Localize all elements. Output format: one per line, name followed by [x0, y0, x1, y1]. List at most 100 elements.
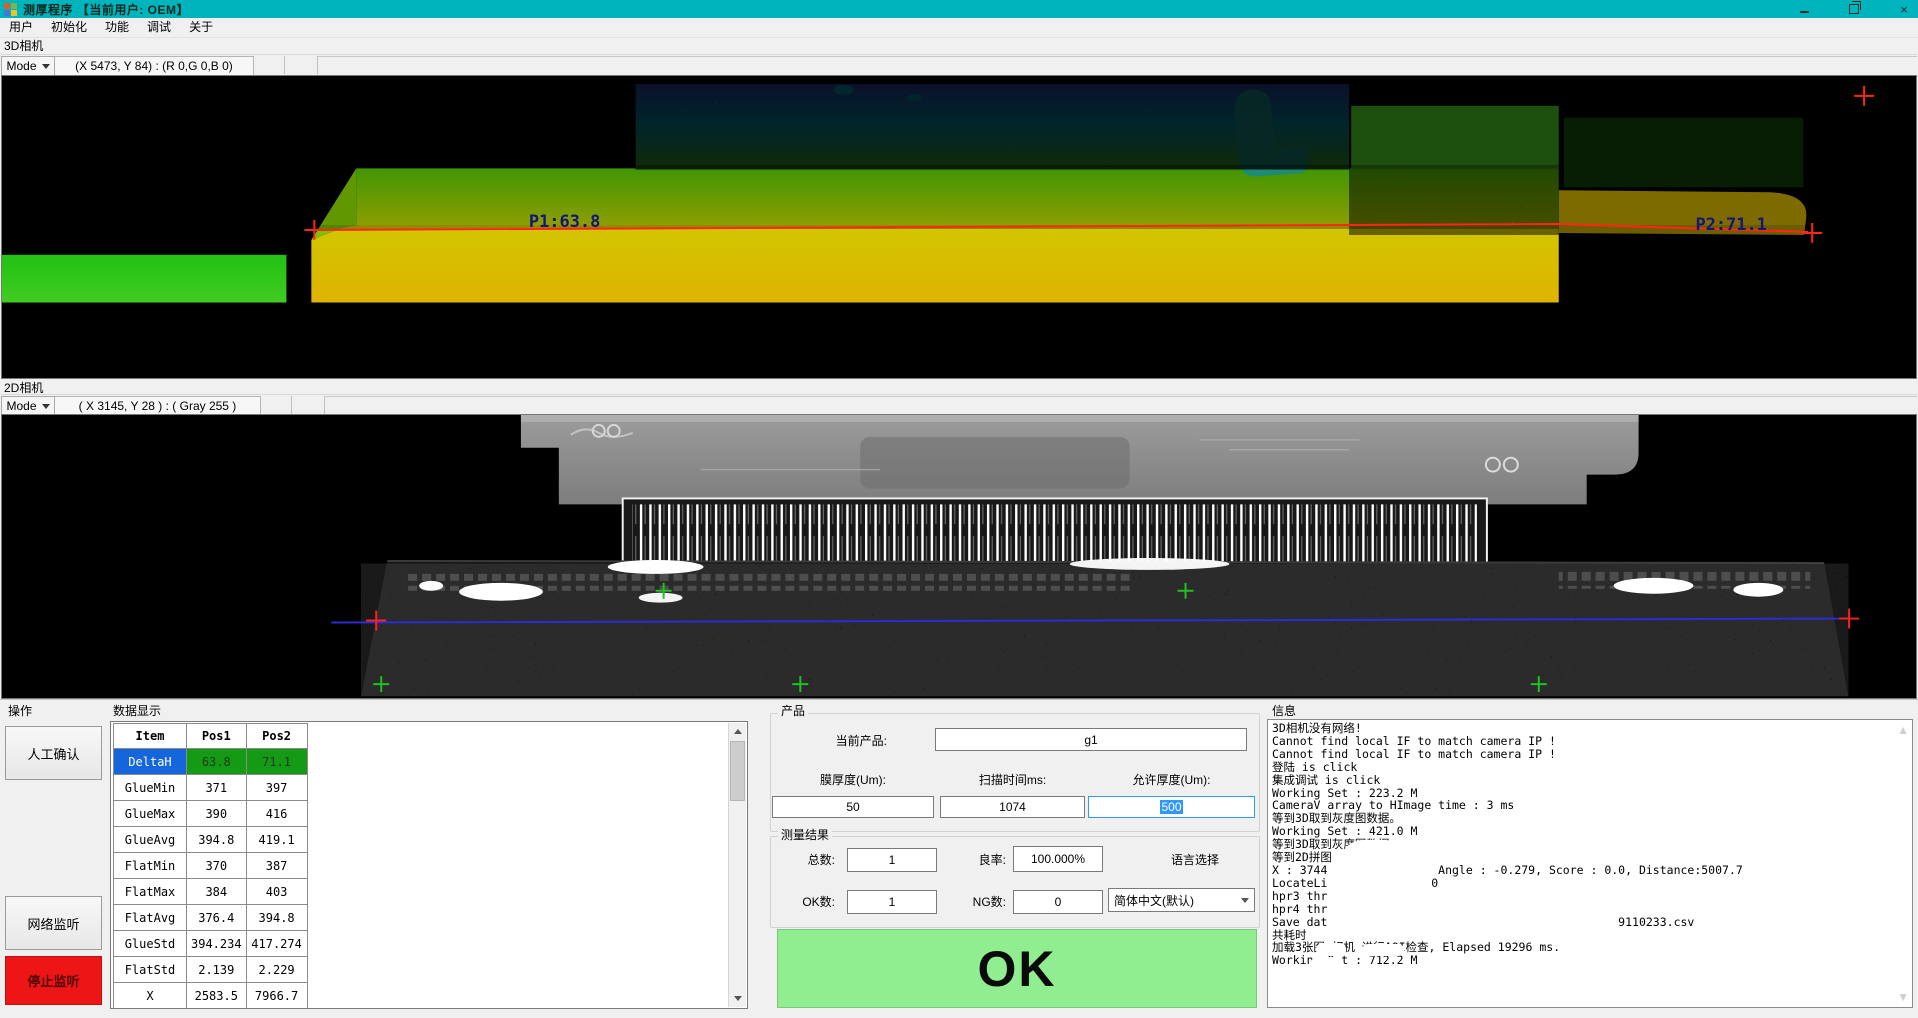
mode-bar-3d: Mode (X 5473, Y 84) : (R 0,G 0,B 0)	[1, 54, 1917, 75]
close-button[interactable]: ×	[1896, 2, 1912, 16]
cell-pos1: 376.4	[187, 905, 247, 931]
glue-blob	[459, 583, 543, 601]
table-row[interactable]: X 2583.5 7966.7	[114, 983, 308, 1009]
log-line: Working Set : 712.2 M	[1272, 954, 1894, 967]
cell-pos1: 384	[187, 879, 247, 905]
manual-confirm-button[interactable]: 人工确认	[5, 726, 102, 780]
glue-blob	[639, 593, 683, 603]
table-row[interactable]: FlatMin 370 387	[114, 853, 308, 879]
cell-pos2: 403	[246, 879, 307, 905]
connector-pins	[633, 504, 1477, 562]
col-header-item: Item	[114, 724, 187, 749]
bottom-panel: 操作 人工确认 网络监听 停止监听 数据显示 Item Pos1 Pos2 De…	[0, 699, 1918, 1018]
coords-readout-3d: (X 5473, Y 84) : (R 0,G 0,B 0)	[55, 56, 254, 76]
minimize-icon	[1800, 11, 1809, 13]
ng-count-field[interactable]: 0	[1013, 890, 1103, 914]
statusbar-segment	[292, 396, 325, 414]
yield-label: 良率:	[946, 852, 1006, 868]
menu-debug[interactable]: 调试	[138, 18, 180, 37]
yield-field[interactable]: 100.000%	[1013, 846, 1103, 872]
speckle-noise	[2, 255, 286, 303]
pcb-highlight	[521, 415, 1639, 422]
film-thickness-field[interactable]: 50	[772, 796, 934, 818]
pcb-shadow	[860, 437, 1129, 489]
statusbar-segment	[254, 56, 285, 74]
coords-readout-2d: ( X 3145, Y 28 ) : ( Gray 255 )	[55, 396, 261, 416]
scan-time-field[interactable]: 1074	[940, 796, 1085, 818]
measurement-table: Item Pos1 Pos2 DeltaH 63.8 71.1 GlueMin …	[113, 723, 308, 1009]
menu-function[interactable]: 功能	[96, 18, 138, 37]
cell-pos2: 394.8	[246, 905, 307, 931]
stop-listen-button[interactable]: 停止监听	[5, 956, 102, 1005]
redaction-blob	[1311, 957, 1343, 969]
cell-item: GlueMin	[114, 775, 187, 801]
cell-pos1: 394.234	[187, 931, 247, 957]
table-header-row: Item Pos1 Pos2	[114, 724, 308, 749]
mode-dropdown-2d[interactable]: Mode	[1, 396, 55, 416]
language-value: 简体中文(默认)	[1109, 892, 1236, 909]
statusbar-segment	[325, 396, 1917, 415]
col-header-pos1: Pos1	[187, 724, 247, 749]
total-field[interactable]: 1	[847, 848, 937, 872]
mode-label-2d: Mode	[6, 399, 36, 413]
allow-thickness-field[interactable]: 500	[1088, 796, 1255, 818]
cell-item: GlueMax	[114, 801, 187, 827]
mode-label-3d: Mode	[6, 59, 36, 73]
camera2d-viewport[interactable]	[1, 414, 1917, 699]
ng-count-label: NG数:	[946, 894, 1006, 910]
redaction-blob	[1352, 918, 1607, 931]
statusbar-segment	[318, 56, 1917, 75]
redaction-blob	[945, 729, 1007, 750]
table-row[interactable]: FlatStd 2.139 2.229	[114, 957, 308, 983]
result-status-box: OK	[777, 929, 1257, 1008]
statusbar-segment	[261, 396, 292, 414]
cell-item: FlatAvg	[114, 905, 187, 931]
selected-text: 500	[1160, 800, 1182, 814]
table-row[interactable]: GlueStd 394.234 417.274	[114, 931, 308, 957]
results-label: 测量结果	[778, 828, 832, 842]
scroll-down-button[interactable]	[729, 990, 746, 1007]
menu-about[interactable]: 关于	[180, 18, 222, 37]
mode-dropdown-3d[interactable]: Mode	[1, 56, 55, 76]
scrollbar-thumb[interactable]	[730, 741, 745, 801]
cell-pos2: 397	[246, 775, 307, 801]
menu-user[interactable]: 用户	[0, 18, 42, 37]
minimize-button[interactable]	[1796, 2, 1812, 16]
chevron-down-icon	[1241, 898, 1249, 903]
table-row[interactable]: FlatAvg 376.4 394.8	[114, 905, 308, 931]
table-row[interactable]: FlatMax 384 403	[114, 879, 308, 905]
network-listen-button[interactable]: 网络监听	[5, 896, 102, 950]
close-icon: ×	[1900, 2, 1908, 17]
camera3d-section-label: 3D相机	[4, 38, 43, 54]
statusbar-segment	[285, 56, 318, 74]
glue-blob	[419, 581, 443, 591]
table-row-deltah[interactable]: DeltaH 63.8 71.1	[114, 749, 308, 775]
cell-pos2: 417.274	[246, 931, 307, 957]
p2-measure-label: P2:71.1	[1695, 214, 1766, 234]
table-row[interactable]: GlueMin 371 397	[114, 775, 308, 801]
menu-bar: 用户 初始化 功能 调试 关于	[0, 18, 1918, 38]
table-scrollbar[interactable]	[728, 723, 746, 1007]
log-line: 集成调试 is click	[1272, 774, 1894, 787]
cell-pos2: 71.1	[246, 749, 307, 775]
restore-button[interactable]	[1846, 2, 1862, 16]
scroll-up-button[interactable]	[729, 723, 746, 740]
language-combobox[interactable]: 简体中文(默认)	[1108, 888, 1255, 912]
scroll-up-hint-icon[interactable]: ▲	[1897, 723, 1909, 737]
info-label: 信息	[1272, 704, 1296, 719]
table-row[interactable]: GlueAvg 394.8 419.1	[114, 827, 308, 853]
cell-pos1: 2583.5	[187, 983, 247, 1009]
menu-init[interactable]: 初始化	[42, 18, 96, 37]
cell-item: GlueStd	[114, 931, 187, 957]
camera3d-viewport[interactable]: P1:63.8 P2:71.1	[1, 75, 1917, 379]
ok-count-field[interactable]: 1	[847, 890, 937, 914]
operation-label: 操作	[8, 704, 32, 719]
film-thickness-label: 膜厚度(Um):	[772, 772, 934, 788]
col-header-pos2: Pos2	[246, 724, 307, 749]
triangle-up-icon	[734, 729, 742, 734]
cell-pos2: 419.1	[246, 827, 307, 853]
app-icon	[4, 3, 17, 16]
scroll-down-hint-icon[interactable]: ▼	[1897, 990, 1909, 1004]
cell-pos2: 2.229	[246, 957, 307, 983]
table-row[interactable]: GlueMax 390 416	[114, 801, 308, 827]
